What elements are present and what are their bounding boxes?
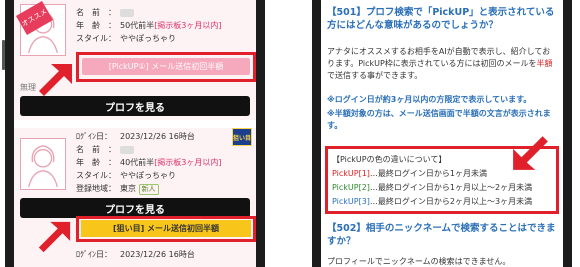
red-arrow-icon: [513, 136, 548, 170]
faq-501-note-halfprice: ※半額対象の方は、メール送信画面で半額の文言が表示されます。: [327, 109, 551, 130]
view-profile-button[interactable]: プロフを見る: [20, 96, 250, 116]
truncated-text: 無理: [20, 83, 36, 92]
left-phone: オススメ 名 前 ： 年 齢 ： 50代前半[掲示板3ヶ月以内] スタイル： ややぽ…: [2, 0, 265, 267]
left-screen: オススメ 名 前 ： 年 齢 ： 50代前半[掲示板3ヶ月以内] スタイル： ややぽ…: [14, 0, 256, 267]
style-row: スタイル： ややぽっちゃり: [76, 34, 176, 43]
profile-info: ﾛｸﾞｲﾝ日： 2023/12/26 16時台: [76, 248, 195, 261]
profile-info: ﾛｸﾞｲﾝ日： 2023/12/26 16時台 名 前 ： 年 齢 ： 40代前半[…: [76, 130, 222, 195]
pickup-3-row: PickUP[3]…最終ログイン日から2ヶ月以上〜3ヶ月未満: [332, 197, 533, 206]
age-row: 年 齢 ： 40代前半[掲示板3ヶ月以内]: [76, 158, 222, 167]
profile-info: 名 前 ： 年 齢 ： 50代前半[掲示板3ヶ月以内] スタイル： ややぽっちゃり: [76, 6, 222, 45]
faq-501-title: 【501】プロフ検索で「PickUP」と表示されている方にはどんな意味があるので…: [327, 7, 555, 31]
red-arrow-icon: [38, 221, 71, 253]
nerai-badge: 狙い目: [232, 128, 252, 146]
view-profile-button[interactable]: プロフを見る: [20, 198, 250, 218]
right-phone: 【501】プロフ検索で「PickUP」と表示されている方にはどんな意味があるので…: [312, 0, 572, 267]
blurred-name: [120, 145, 134, 154]
style-row: スタイル： ややぽっちゃり: [76, 171, 176, 180]
pickup-2-row: PickUP[2]…最終ログイン日から1ヶ月以上〜2ヶ月未満: [332, 183, 533, 192]
name-row: 名 前 ：: [76, 143, 222, 156]
login-row: ﾛｸﾞｲﾝ日： 2023/12/26 16時台: [76, 250, 195, 259]
profile-card: 狙い目 ﾛｸﾞｲﾝ日： 2023/12/26 16時台 名 前 ： 年 齢 ： 40…: [14, 128, 256, 267]
right-screen: 【501】プロフ検索で「PickUP」と表示されている方にはどんな意味があるので…: [321, 0, 563, 267]
pickup-mail-button[interactable]: [PickUP①] メール送信初回半額: [82, 58, 250, 75]
age-row: 年 齢 ： 50代前半[掲示板3ヶ月以内]: [76, 21, 222, 30]
faq-502-title: 【502】相手のニックネームで検索することはできますか？: [327, 223, 556, 247]
profile-card: オススメ 名 前 ： 年 齢 ： 50代前半[掲示板3ヶ月以内] スタイル： ややぽ…: [14, 0, 256, 120]
blurred-name: [120, 8, 134, 17]
faq-501-body: アナタにオススメするお相手をAIが自動で表示し、紹介しております。PickUP枠…: [327, 47, 553, 80]
comparison-stage: オススメ 名 前 ： 年 齢 ： 50代前半[掲示板3ヶ月以内] スタイル： ややぽ…: [0, 0, 580, 267]
avatar[interactable]: [20, 138, 66, 190]
login-row: ﾛｸﾞｲﾝ日： 2023/12/26 16時台: [76, 132, 195, 141]
phone-side-button: [2, 40, 5, 70]
faq-501-note-login: ※ログイン日が約3ヶ月以内の方限定で表示しています。: [327, 95, 532, 104]
woman-avatar-icon: [28, 145, 58, 188]
region-row: 登録地域： 東京 新人: [76, 182, 222, 195]
faq-502-body: プロフィールでニックネームの検索はできません。: [327, 257, 511, 266]
red-arrow-icon: [39, 64, 72, 96]
name-row: 名 前 ：: [76, 6, 222, 19]
new-member-tag: 新人: [138, 184, 159, 195]
nerai-mail-button[interactable]: [狙い目] メール送信初回半額: [81, 220, 251, 237]
